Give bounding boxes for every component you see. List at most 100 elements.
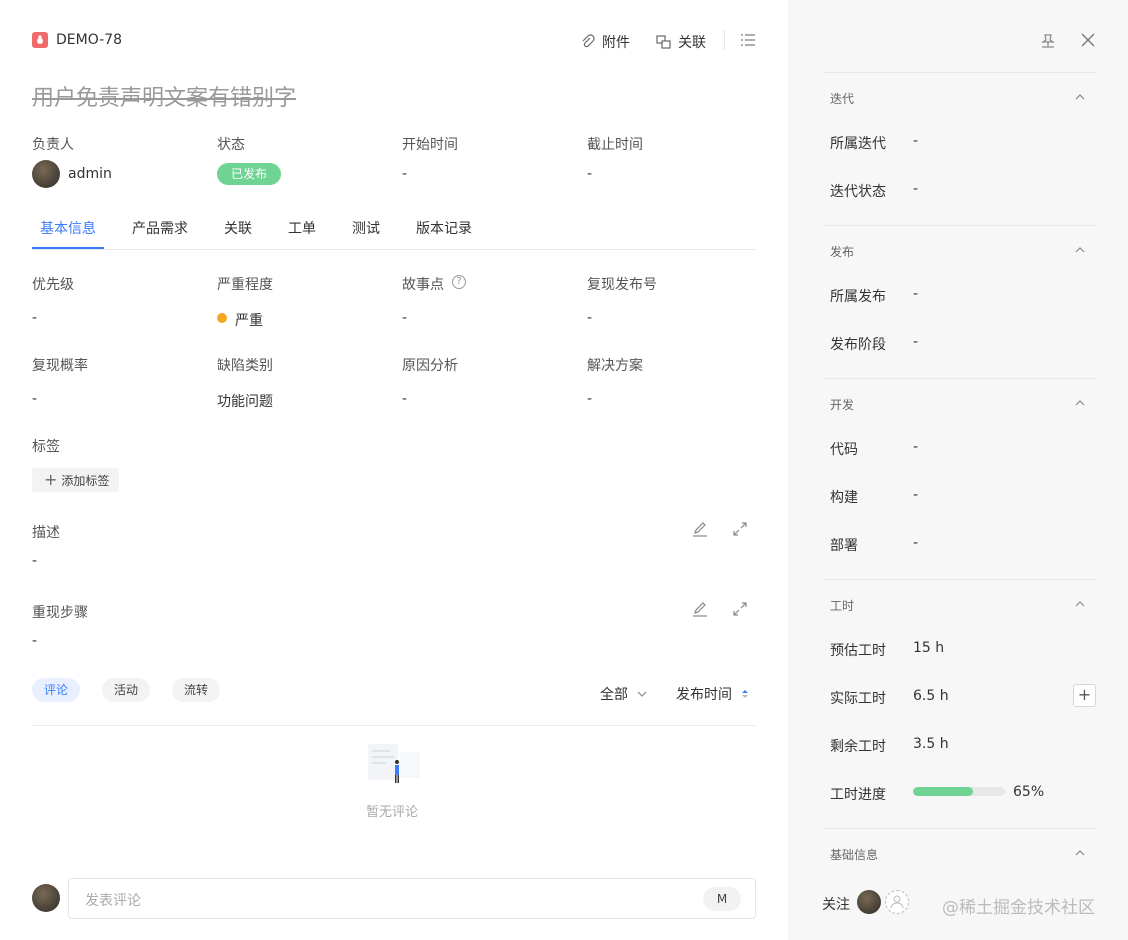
edit-icon[interactable] [692,521,708,541]
tab-basic-info[interactable]: 基本信息 [40,218,96,238]
repro-version-value[interactable]: - [587,310,592,326]
build-label: 构建 [830,490,858,506]
tab-comments[interactable]: 评论 [32,678,81,702]
tags-label: 标签 [32,439,60,455]
link-icon [656,35,671,49]
chevron-up-icon[interactable] [1075,599,1085,609]
solution-value[interactable]: - [587,391,592,407]
defect-type-label: 缺陷类别 [217,358,273,374]
section-divider [823,378,1096,379]
sort-button[interactable]: 发布时间 [676,684,750,704]
story-points-value[interactable]: - [402,310,407,326]
add-tag-button[interactable]: + 添加标签 [32,468,120,492]
help-icon[interactable]: ? [452,275,466,289]
avatar [32,884,60,912]
attachment-label: 附件 [602,35,630,51]
avatar[interactable] [857,890,881,914]
attachment-button[interactable]: 附件 [580,32,630,52]
chevron-up-icon[interactable] [1075,92,1085,102]
status-badge[interactable]: 已发布 [217,163,282,185]
tabs-divider [32,249,756,250]
empty-comments-text: 暂无评论 [366,805,419,820]
repro-version-label: 复现发布号 [587,277,657,293]
iteration-status-label: 迭代状态 [830,184,886,200]
root-cause-value[interactable]: - [402,391,407,407]
chevron-up-icon[interactable] [1075,245,1085,255]
close-icon[interactable] [1080,32,1096,52]
tab-activity[interactable]: 活动 [102,678,151,702]
release-stage-label: 发布阶段 [830,337,886,353]
add-worklog-button[interactable]: + [1073,684,1096,707]
section-title-basic-info: 基础信息 [830,848,879,862]
remaining-hours-label: 剩余工时 [830,739,886,755]
chevron-up-icon[interactable] [1075,848,1085,858]
tab-tests[interactable]: 测试 [352,218,380,238]
follow-label: 关注 [822,897,850,913]
due-time-value[interactable]: - [587,166,592,182]
tab-flow[interactable]: 流转 [172,678,221,702]
expand-icon[interactable] [732,601,748,621]
comment-input[interactable]: 发表评论 M [68,878,756,919]
issue-title[interactable]: 用户免责声明文案有错别字 [32,80,296,112]
severity-value[interactable]: 严重 [235,310,263,330]
start-time-label: 开始时间 [402,137,458,153]
remaining-hours-value[interactable]: 3.5 h [913,736,949,752]
priority-value[interactable]: - [32,310,37,326]
repro-steps-value[interactable]: - [32,633,37,649]
section-title-release: 发布 [830,245,855,259]
plus-icon: + [44,470,58,489]
issue-detail-sidebar: 迭代 所属迭代 - 迭代状态 - 发布 所属发布 - 发布阶段 - 开发 代码 … [788,0,1128,940]
build-value[interactable]: - [913,487,918,503]
tab-tickets[interactable]: 工单 [288,218,316,238]
section-title-dev: 开发 [830,398,855,412]
description-label: 描述 [32,525,60,541]
due-time-label: 截止时间 [587,137,643,153]
start-time-value[interactable]: - [402,166,407,182]
watermark: @稀土掘金技术社区 [942,898,1095,918]
pin-icon[interactable] [1040,32,1056,52]
filter-dropdown[interactable]: 全部 [600,684,648,704]
empty-comments-illustration [364,740,424,792]
tab-product-requirement[interactable]: 产品需求 [132,218,188,238]
expand-icon[interactable] [732,521,748,541]
tab-version-history[interactable]: 版本记录 [416,218,472,238]
issue-id: DEMO-78 [56,32,122,48]
assignee-name[interactable]: admin [68,166,112,182]
outline-menu-icon[interactable] [740,32,756,52]
estimated-hours-value[interactable]: 15 h [913,640,944,656]
release-label: 所属发布 [830,289,886,305]
add-follower-icon[interactable] [885,890,909,914]
release-value[interactable]: - [913,286,918,302]
section-divider [823,225,1096,226]
status-label: 状态 [217,137,245,153]
description-value[interactable]: - [32,553,37,569]
sort-label: 发布时间 [676,687,732,703]
chevron-up-icon[interactable] [1075,398,1085,408]
estimated-hours-label: 预估工时 [830,643,886,659]
story-points-label: 故事点 [402,277,444,293]
divider [724,30,725,50]
section-divider [823,579,1096,580]
severity-dot [217,313,227,323]
link-button[interactable]: 关联 [656,32,706,52]
severity-label: 严重程度 [217,277,273,293]
tab-relations[interactable]: 关联 [224,218,252,238]
repro-rate-value[interactable]: - [32,391,37,407]
progress-bar-fill [913,787,973,796]
tab-active-indicator [32,247,104,249]
progress-bar [913,787,1005,796]
code-value[interactable]: - [913,439,918,455]
iteration-value[interactable]: - [913,133,918,149]
section-divider [823,72,1096,73]
chevron-down-icon [637,691,647,697]
progress-label: 工时进度 [830,787,886,803]
shortcut-key-badge: M [703,887,741,911]
actual-hours-value[interactable]: 6.5 h [913,688,949,704]
section-title-worktime: 工时 [830,599,855,613]
iteration-status-value[interactable]: - [913,181,918,197]
defect-type-value[interactable]: 功能问题 [217,391,273,411]
release-stage-value[interactable]: - [913,334,918,350]
avatar[interactable] [32,160,60,188]
deploy-value[interactable]: - [913,535,918,551]
edit-icon[interactable] [692,601,708,621]
